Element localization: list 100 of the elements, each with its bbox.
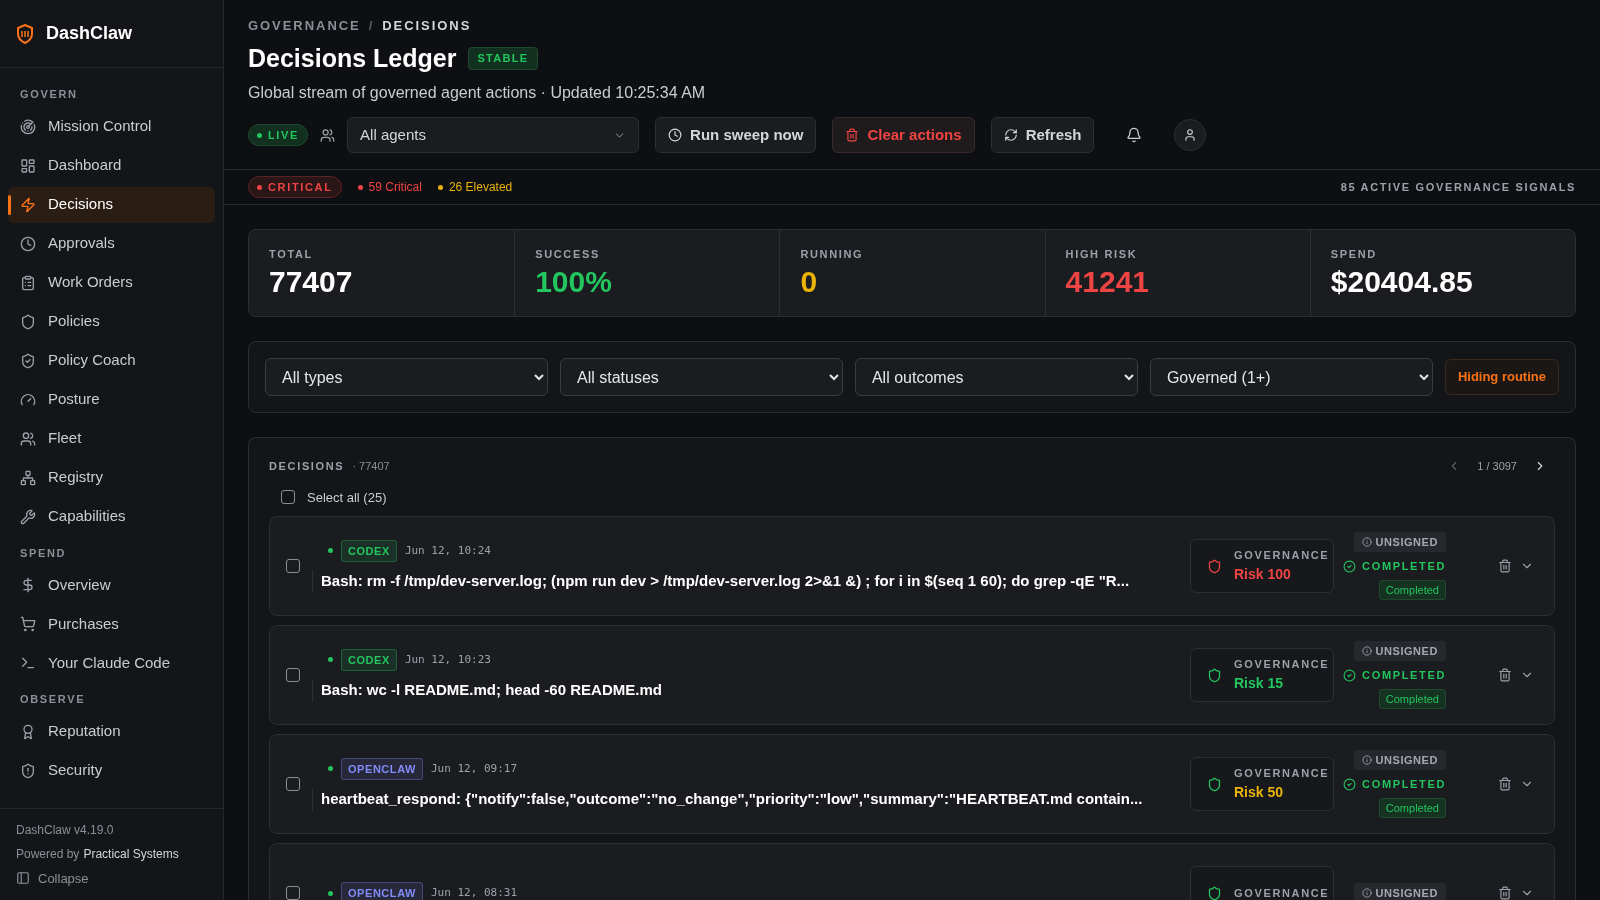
nav-item[interactable]: Posture — [8, 381, 215, 418]
collapse-button[interactable]: Collapse — [16, 868, 207, 888]
brand-name: DashClaw — [46, 22, 133, 45]
timestamp: Jun 12, 08:31 — [430, 884, 518, 900]
terminal-icon — [20, 655, 36, 671]
stat-value: 41241 — [1065, 263, 1151, 300]
bell-icon[interactable] — [1126, 127, 1143, 143]
stat-label: HIGH RISK — [1065, 247, 1139, 262]
hiding-routine-toggle[interactable]: Hiding routine — [1444, 359, 1559, 395]
clipboard-icon — [20, 274, 36, 291]
info-icon — [1361, 645, 1372, 656]
nav-item[interactable]: Security — [8, 752, 215, 789]
clear-button[interactable]: Clear actions — [832, 117, 975, 153]
severity-count: 26 Elevated — [448, 179, 513, 196]
check-circle-icon — [1343, 668, 1357, 682]
section-heading: OBSERVE — [19, 692, 87, 707]
stat-value: 0 — [800, 263, 819, 300]
delete-icon[interactable] — [1498, 559, 1512, 573]
risk-score: Risk 15 — [1234, 673, 1285, 693]
timestamp: Jun 12, 09:17 — [430, 760, 518, 777]
clock-icon — [668, 128, 683, 142]
nav-item[interactable]: Dashboard — [8, 147, 215, 184]
outcome-badge: Completed — [1378, 798, 1446, 819]
breadcrumb-link[interactable]: GOVERNANCE — [248, 16, 361, 36]
check-circle-icon — [1343, 777, 1357, 791]
nav-item[interactable]: Approvals — [8, 225, 215, 262]
row-checkbox[interactable] — [286, 559, 300, 573]
check-circle-icon — [1343, 559, 1357, 573]
filter-select[interactable]: All outcomes — [854, 358, 1138, 396]
page-title: Decisions Ledger — [248, 42, 457, 74]
cart-icon — [20, 616, 36, 632]
info-icon — [1361, 888, 1372, 898]
governance-label: GOVERNANCE — [1234, 885, 1330, 900]
grid-icon — [20, 157, 36, 174]
signature-badge: UNSIGNED — [1353, 749, 1446, 770]
nav-item[interactable]: Purchases — [8, 606, 215, 642]
powered-by-text: Powered by — [16, 845, 80, 863]
command-text: Bash: wc -l README.md; head -60 README.md — [312, 679, 1178, 702]
info-icon — [1361, 536, 1372, 547]
stat-label: SPEND — [1330, 247, 1378, 262]
filter-select[interactable]: All statuses — [559, 358, 843, 396]
info-icon — [1361, 754, 1372, 765]
nav-item[interactable]: Work Orders — [8, 264, 215, 301]
agent-tag: OPENCLAW — [341, 881, 423, 900]
refresh-icon — [1003, 128, 1018, 142]
decision-card[interactable]: CODEX Jun 12, 10:24 Bash: rm -f /tmp/dev-server.log; (npm run dev > /tmp/dev-server.log 2>&1 &) ; for i in $(seq 1 60); do grep -qE "R... GOVERNANCE Risk 100 UNSIGNED COMPLETED Completed — [269, 516, 1555, 616]
status-label: COMPLETED — [1343, 557, 1446, 575]
row-checkbox[interactable] — [286, 668, 300, 682]
decision-count: · 77407 — [352, 459, 390, 474]
row-checkbox[interactable] — [286, 777, 300, 791]
user-icon — [1183, 128, 1198, 142]
severity-count: 59 Critical — [368, 179, 422, 196]
agent-tag: CODEX — [341, 648, 397, 671]
breadcrumb-separator: / — [368, 17, 375, 35]
nav-item[interactable]: Decisions — [8, 186, 215, 223]
nav-item[interactable]: Policies — [8, 303, 215, 340]
breadcrumb-current: DECISIONS — [382, 17, 472, 35]
decision-card[interactable]: OPENCLAW Jun 12, 08:31 GOVERNANCE UNSIGNED — [269, 843, 1555, 900]
section-heading: GOVERN — [19, 87, 79, 102]
stat-label: TOTAL — [269, 247, 314, 262]
decision-card[interactable]: OPENCLAW Jun 12, 09:17 heartbeat_respond: {"notify":false,"outcome":"no_change","priority":"low","summary":"HEARTBEAT.md contain... GOVERNANCE Risk 50 UNSIGNED COMPLETED Completed — [269, 734, 1555, 834]
outcome-badge: Completed — [1378, 580, 1446, 601]
company-link[interactable]: Practical Systems — [83, 844, 179, 863]
nav-item[interactable]: Fleet — [8, 420, 215, 457]
nav-item[interactable]: Reputation — [8, 713, 215, 750]
delete-icon[interactable] — [1498, 886, 1512, 900]
decision-card[interactable]: CODEX Jun 12, 10:23 Bash: wc -l README.md; head -60 README.md GOVERNANCE Risk 15 UNSIGNED COMPLETED Completed — [269, 625, 1555, 725]
agent-select[interactable]: All agents — [347, 117, 640, 153]
page-indicator: 1 / 3097 — [1477, 459, 1517, 474]
users-icon — [320, 127, 336, 143]
critical-badge: CRITICAL — [248, 176, 342, 198]
agent-tag: CODEX — [341, 539, 397, 562]
governance-label: GOVERNANCE — [1234, 766, 1330, 782]
refresh-button[interactable]: Refresh — [990, 117, 1095, 153]
risk-score: Risk 100 — [1234, 564, 1292, 584]
delete-icon[interactable] — [1498, 668, 1512, 682]
filter-select[interactable]: Governed (1+) — [1149, 358, 1433, 396]
stat-value: 77407 — [269, 263, 354, 300]
nav-item[interactable]: Mission Control — [8, 108, 215, 145]
delete-icon[interactable] — [1498, 777, 1512, 791]
profile-button[interactable] — [1174, 119, 1207, 151]
sweep-button[interactable]: Run sweep now — [655, 117, 817, 153]
trash-icon — [845, 128, 860, 142]
nav-item[interactable]: Registry — [8, 459, 215, 496]
select-all-checkbox[interactable] — [281, 490, 295, 505]
nav-item[interactable]: Overview — [8, 567, 215, 603]
nav-item[interactable]: Your Claude Code — [8, 645, 215, 681]
row-checkbox[interactable] — [286, 886, 300, 900]
award-icon — [20, 723, 36, 740]
nav-item[interactable]: Capabilities — [8, 498, 215, 535]
filter-select[interactable]: All types — [265, 358, 548, 396]
command-text: Bash: rm -f /tmp/dev-server.log; (npm run dev > /tmp/dev-server.log 2>&1 &) ; for i in $(seq 1 60); do grep -qE "R... — [312, 570, 1178, 593]
users-icon — [20, 430, 36, 447]
signature-badge: UNSIGNED — [1353, 640, 1446, 661]
stat-value: 100% — [535, 263, 613, 300]
logo-icon — [16, 23, 34, 44]
signature-badge: UNSIGNED — [1353, 531, 1446, 552]
nav-item[interactable]: Policy Coach — [8, 342, 215, 379]
stat-label: RUNNING — [800, 247, 865, 262]
governance-label: GOVERNANCE — [1234, 657, 1330, 673]
